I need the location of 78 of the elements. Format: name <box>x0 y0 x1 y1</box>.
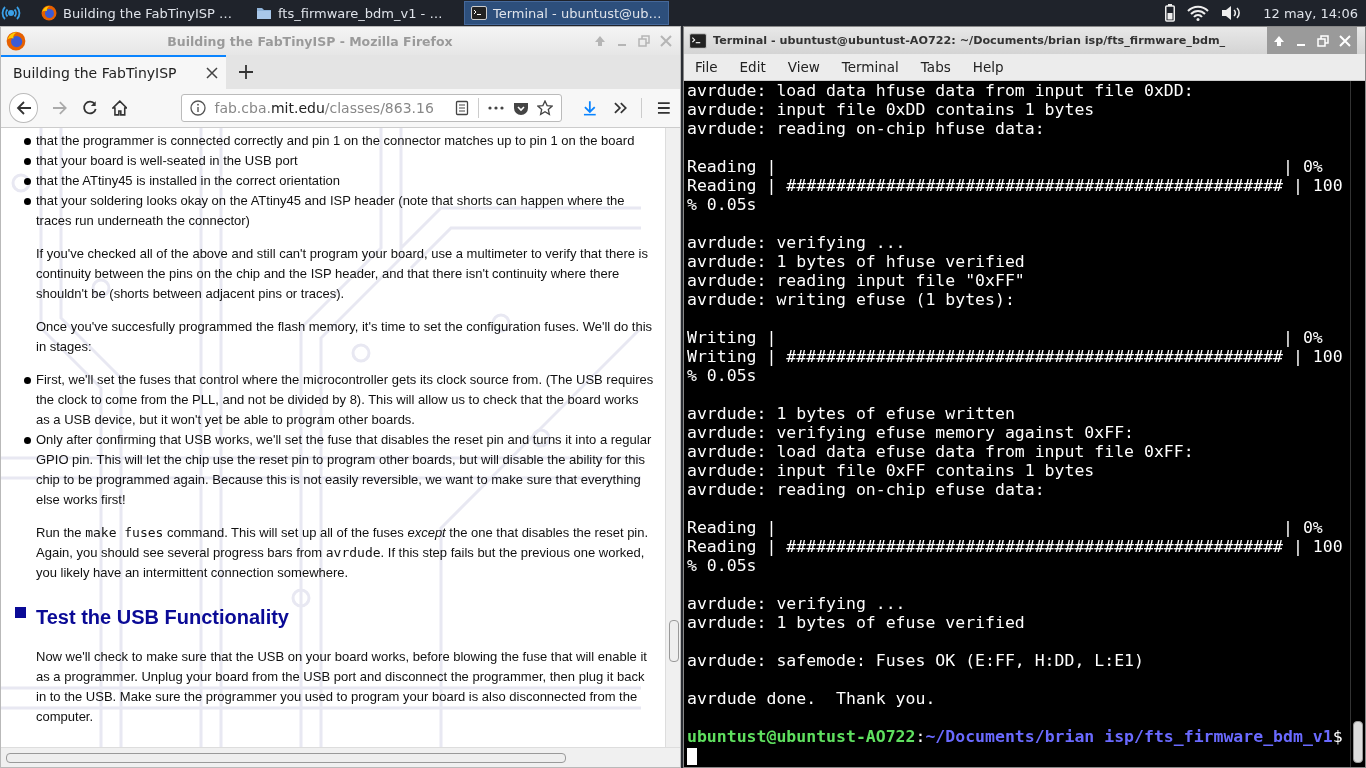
browser-icon <box>6 31 26 51</box>
terminal-line: avrdude: verifying ... <box>687 233 906 252</box>
terminal-line: avrdude: 1 bytes of efuse verified <box>687 613 1025 632</box>
terminal-line: avrdude: 1 bytes of hfuse verified <box>687 252 1025 271</box>
menu-item[interactable]: Tabs <box>909 59 962 75</box>
list-item: First, we'll set the fuses that control where the microcontroller gets its clock source from. (The USB requires the clock to come from the PLL, and not be divided by 8). This will allow us to check that the board works as a USB device, but it won't yet be able to program other boards. <box>20 370 655 430</box>
volume-icon <box>1221 5 1242 21</box>
menu-item[interactable]: Help <box>961 59 1015 75</box>
terminal-line: avrdude: verifying efuse memory against 0xFF: <box>687 423 1135 442</box>
prompt-user: ubuntust@ubuntust-AO722 <box>687 727 916 746</box>
browser-icon <box>41 5 57 21</box>
prompt-path: ~/Documents/brian isp/fts_firmware_bdm_v1 <box>925 727 1333 746</box>
pocket-icon[interactable] <box>513 100 529 116</box>
folder-icon <box>256 5 272 21</box>
new-tab-icon[interactable] <box>238 64 254 80</box>
terminal-line: Reading | | 0% <box>687 157 1323 176</box>
list-item: that the ATtiny45 is installed in the correct orientation <box>20 171 655 191</box>
download-icon[interactable] <box>582 100 598 116</box>
menu-icon[interactable] <box>656 100 672 116</box>
paragraph: Once you've succesfully programmed the flash memory, it's time to set the configuration fuses. We'll do this in stages: <box>36 318 654 356</box>
terminal-icon <box>689 31 707 50</box>
menu-item[interactable]: View <box>776 59 831 75</box>
terminal-line: avrdude: verifying ... <box>687 594 906 613</box>
taskbar-button[interactable]: fts_firmware_bdm_v1 - … <box>249 1 464 25</box>
terminal-line: avrdude: safemode: Fuses OK (E:FF, H:DD, L:E1) <box>687 651 1144 670</box>
terminal-line: avrdude: 1 bytes of efuse written <box>687 404 1015 423</box>
list-item: that the programmer is connected correctly and pin 1 on the connector matches up to pin 1 on the board <box>20 131 655 151</box>
terminal-line: avrdude: reading on-chip efuse data: <box>687 480 1045 499</box>
text-cursor <box>687 748 697 765</box>
menu-item[interactable]: Edit <box>728 59 777 75</box>
battery-icon <box>1165 4 1176 22</box>
terminal-line: Reading | | 0% <box>687 518 1323 537</box>
reload-icon[interactable] <box>82 100 98 116</box>
terminal-line: avrdude: input file 0xDD contains 1 bytes <box>687 100 1095 119</box>
close-icon[interactable] <box>206 67 218 79</box>
arrow-left-icon <box>15 100 32 116</box>
terminal-line: % 0.05s <box>687 366 757 385</box>
terminal-line: Reading | ################################################## | 100 <box>687 176 1343 195</box>
terminal-line: avrdude: reading on-chip hfuse data: <box>687 119 1045 138</box>
section-heading: Test the USB Functionality <box>15 605 289 629</box>
menu-item[interactable]: Terminal <box>830 59 910 75</box>
terminal-line: Reading | ################################################## | 100 <box>687 537 1343 556</box>
terminal-line: Writing | | 0% <box>687 328 1323 347</box>
window-title: Terminal - ubuntust@ubuntust-AO722: ~/Documents/brian isp/fts_firmware_bdm_ <box>713 34 1227 47</box>
star-icon[interactable] <box>537 100 553 116</box>
terminal-line: avrdude: writing efuse (1 bytes): <box>687 290 1015 309</box>
list-item: that your soldering looks okay on the ATtiny45 and ISP header (note that shorts can happen where the traces run underneath the connector) <box>20 191 655 231</box>
clock: 12 may, 14:06 <box>1263 5 1358 21</box>
list-item: Only after confirming that USB works, we'll set the fuse that disables the reset pin and turns it into a regular GPIO pin. This will let the chip use the reset pin to program other boards, but will disable the ability for this chip to be programmed again. Because this is not easily reversible, we want to make sure that everything else works first! <box>20 430 655 510</box>
terminal-line: % 0.05s <box>687 556 757 575</box>
terminal-line: avrdude: load data hfuse data from input file 0xDD: <box>687 81 1194 100</box>
terminal-line: avrdude: reading input file "0xFF" <box>687 271 1025 290</box>
address-bar[interactable]: fab.cba.mit.edu/classes/863.16 <box>181 94 562 122</box>
terminal-line: Writing | ################################################## | 100 <box>687 347 1343 366</box>
paragraph: If you've checked all of the above and still can't program your board, use a multimeter to verify that there is continuity between the pins on the chip and the ISP header, and that there isn't continuity where there shouldn't be (shorts between adjacent pins or traces). <box>36 245 649 303</box>
terminal-line: % 0.05s <box>687 195 757 214</box>
terminal-icon <box>471 5 487 21</box>
taskbar-button[interactable]: Building the FabTinyISP … <box>34 1 249 25</box>
reader-view-icon[interactable] <box>454 100 470 116</box>
menu-item[interactable]: File <box>684 59 729 75</box>
browser-tab[interactable]: Building the FabTinyISP <box>1 55 226 89</box>
back-button[interactable] <box>9 93 39 123</box>
vertical-scrollbar[interactable] <box>1350 81 1365 767</box>
terminal-line: avrdude done. Thank you. <box>687 689 936 708</box>
wifi-icon <box>1187 5 1210 21</box>
keep-above-icon[interactable] <box>1273 34 1285 47</box>
paragraph: Run the make fuses command. This will set up all of the fuses except the one that disables the reset pin. Again, you should see several progress bars from avrdude. If this step fails but the previous one worked, you likely have an intermittent connection somewhere. <box>36 524 650 582</box>
list-item: that your board is well-seated in the USB port <box>20 151 655 171</box>
prompt-symbol: $ <box>1332 727 1343 746</box>
prompt-separator: : <box>915 727 926 746</box>
terminal-line: avrdude: load data efuse data from input file 0xFF: <box>687 442 1194 461</box>
info-icon[interactable] <box>190 100 207 116</box>
home-icon[interactable] <box>111 100 128 116</box>
restore-icon[interactable] <box>1317 34 1329 47</box>
taskbar-button[interactable]: Terminal - ubuntust@ub… <box>464 1 669 25</box>
terminal-line: avrdude: input file 0xFF contains 1 bytes <box>687 461 1095 480</box>
window-title: Building the FabTinyISP - Mozilla Firefox <box>166 33 454 49</box>
paragraph: Now we'll check to make sure that the USB on your board works, before blowing the fuse that will enable it as a programmer. Unplug your board from the USB port and disconnect the programmer, then plug it back in to the USB. Make sure the programmer you used to program your board is also disconnected from the computer. <box>36 648 648 726</box>
